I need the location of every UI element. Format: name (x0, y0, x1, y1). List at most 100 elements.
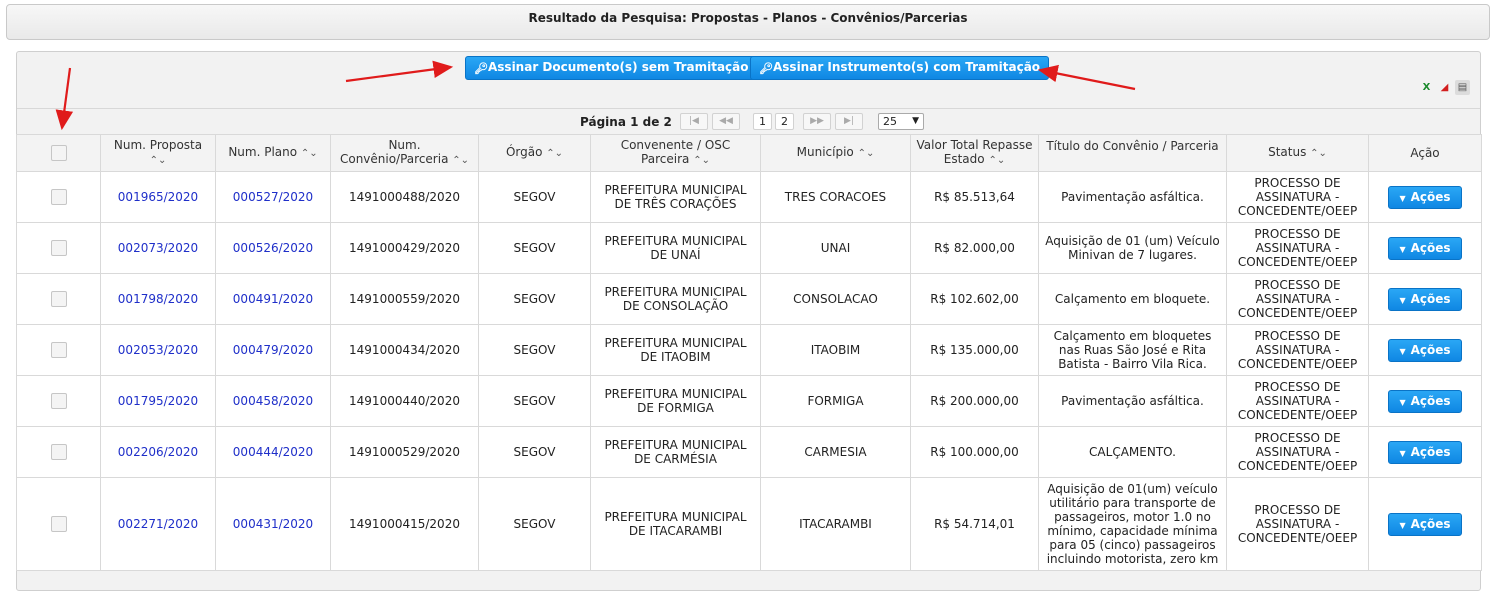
municipio-cell: UNAI (760, 222, 911, 274)
table-row: 001798/2020 000491/2020 1491000559/2020 SEG… (16, 273, 1482, 325)
col-status[interactable]: Status ⌃⌄ (1226, 134, 1369, 172)
action-cell: ▼ Ações (1368, 324, 1482, 376)
row-select-cell (16, 426, 101, 478)
actions-dropdown-button[interactable]: ▼ Ações (1388, 512, 1462, 536)
action-cell: ▼ Ações (1368, 426, 1482, 478)
sort-icon: ⌃⌄ (988, 155, 1006, 166)
caret-down-icon: ▼ (1399, 244, 1406, 254)
actions-dropdown-button[interactable]: ▼ Ações (1388, 389, 1462, 413)
valor-cell: R$ 100.000,00 (910, 426, 1039, 478)
actions-label: Ações (1410, 240, 1451, 255)
col-valor[interactable]: Valor Total Repasse Estado ⌃⌄ (910, 134, 1039, 172)
sign-without-tramitation-button[interactable]: 🔑︎ Assinar Documento(s) sem Tramitação (465, 56, 758, 80)
actions-dropdown-button[interactable]: ▼ Ações (1388, 236, 1462, 260)
status-cell: PROCESSO DE ASSINATURA - CONCEDENTE/OEEP (1226, 324, 1369, 376)
plano-link[interactable]: 000458/2020 (233, 394, 313, 408)
col-municipio[interactable]: Município ⌃⌄ (760, 134, 911, 172)
table-row: 002206/2020 000444/2020 1491000529/2020 SEG… (16, 426, 1482, 478)
col-plano[interactable]: Num. Plano ⌃⌄ (215, 134, 331, 172)
table-row: 001965/2020 000527/2020 1491000488/2020 SEG… (16, 171, 1482, 223)
proposta-link[interactable]: 002206/2020 (118, 445, 198, 459)
titulo-cell: Calçamento em bloquetes nas Ruas São Jos… (1038, 324, 1227, 376)
proposta-cell: 002073/2020 (100, 222, 216, 274)
row-checkbox[interactable] (50, 516, 67, 532)
actions-dropdown-button[interactable]: ▼ Ações (1388, 185, 1462, 209)
page-1-button[interactable]: 1 (753, 113, 772, 130)
actions-dropdown-button[interactable]: ▼ Ações (1388, 440, 1462, 464)
sort-icon: ⌃⌄ (1310, 148, 1327, 159)
excel-icon[interactable]: X (1419, 80, 1434, 95)
pagination-bar: Página 1 de 2 |◀ ◀◀ 1 2 ▶▶ ▶| 25 ▼ (17, 108, 1480, 135)
select-all-checkbox[interactable] (50, 145, 67, 161)
orgao-cell: SEGOV (478, 273, 591, 325)
last-page-button[interactable]: ▶| (835, 113, 863, 130)
print-icon[interactable]: ▤ (1455, 80, 1470, 95)
plano-cell: 000458/2020 (215, 375, 331, 427)
key-icon: 🔑︎ (759, 62, 773, 75)
titulo-cell: Aquisição de 01(um) veículo utilitário p… (1038, 477, 1227, 571)
plano-cell: 000479/2020 (215, 324, 331, 376)
sign-without-label: Assinar Documento(s) sem Tramitação (488, 60, 749, 74)
sign-with-tramitation-button[interactable]: 🔑︎ Assinar Instrumento(s) com Tramitação (750, 56, 1050, 80)
proposta-link[interactable]: 001965/2020 (118, 190, 198, 204)
export-toolbar: X ◢ ▤ (1419, 80, 1470, 95)
proposta-cell: 001965/2020 (100, 171, 216, 223)
proposta-link[interactable]: 002073/2020 (118, 241, 198, 255)
plano-link[interactable]: 000526/2020 (233, 241, 313, 255)
page-2-button[interactable]: 2 (775, 113, 794, 130)
proposta-cell: 002206/2020 (100, 426, 216, 478)
caret-down-icon: ▼ (1399, 397, 1406, 407)
proposta-link[interactable]: 002271/2020 (118, 517, 198, 531)
actions-label: Ações (1410, 516, 1451, 531)
plano-link[interactable]: 000431/2020 (233, 517, 313, 531)
col-orgao[interactable]: Órgão ⌃⌄ (478, 134, 591, 172)
row-checkbox[interactable] (50, 444, 67, 460)
convenente-cell: PREFEITURA MUNICIPAL DE ITAOBIM (590, 324, 761, 376)
convenio-cell: 1491000488/2020 (330, 171, 479, 223)
proposta-link[interactable]: 001798/2020 (118, 292, 198, 306)
proposta-link[interactable]: 001795/2020 (118, 394, 198, 408)
action-cell: ▼ Ações (1368, 375, 1482, 427)
row-select-cell (16, 222, 101, 274)
action-cell: ▼ Ações (1368, 171, 1482, 223)
col-proposta[interactable]: Num. Proposta ⌃⌄ (100, 134, 216, 172)
actions-label: Ações (1410, 291, 1451, 306)
col-convenio[interactable]: Num. Convênio/Parceria ⌃⌄ (330, 134, 479, 172)
valor-cell: R$ 200.000,00 (910, 375, 1039, 427)
row-checkbox[interactable] (50, 342, 67, 358)
first-page-button[interactable]: |◀ (680, 113, 708, 130)
sort-icon: ⌃⌄ (149, 155, 167, 166)
plano-cell: 000444/2020 (215, 426, 331, 478)
next-page-button[interactable]: ▶▶ (803, 113, 831, 130)
actions-dropdown-button[interactable]: ▼ Ações (1388, 338, 1462, 362)
plano-link[interactable]: 000491/2020 (233, 292, 313, 306)
sort-icon: ⌃⌄ (300, 148, 318, 159)
row-select-cell (16, 375, 101, 427)
valor-cell: R$ 82.000,00 (910, 222, 1039, 274)
table-row: 002053/2020 000479/2020 1491000434/2020 SEG… (16, 324, 1482, 376)
municipio-cell: ITAOBIM (760, 324, 911, 376)
titulo-cell: Pavimentação asfáltica. (1038, 171, 1227, 223)
sort-icon: ⌃⌄ (452, 155, 470, 166)
proposta-cell: 001798/2020 (100, 273, 216, 325)
row-checkbox[interactable] (50, 393, 67, 409)
pdf-icon[interactable]: ◢ (1437, 80, 1452, 95)
titulo-cell: Calçamento em bloquete. (1038, 273, 1227, 325)
plano-cell: 000527/2020 (215, 171, 331, 223)
prev-page-button[interactable]: ◀◀ (712, 113, 740, 130)
plano-link[interactable]: 000527/2020 (233, 190, 313, 204)
plano-link[interactable]: 000479/2020 (233, 343, 313, 357)
row-checkbox[interactable] (50, 240, 67, 256)
table-row: 001795/2020 000458/2020 1491000440/2020 SEG… (16, 375, 1482, 427)
col-convenente[interactable]: Convenente / OSC Parceira ⌃⌄ (590, 134, 761, 172)
actions-dropdown-button[interactable]: ▼ Ações (1388, 287, 1462, 311)
plano-link[interactable]: 000444/2020 (233, 445, 313, 459)
titulo-cell: Pavimentação asfáltica. (1038, 375, 1227, 427)
proposta-cell: 002053/2020 (100, 324, 216, 376)
proposta-link[interactable]: 002053/2020 (118, 343, 198, 357)
row-checkbox[interactable] (50, 291, 67, 307)
row-checkbox[interactable] (50, 189, 67, 205)
plano-cell: 000526/2020 (215, 222, 331, 274)
actions-label: Ações (1410, 342, 1451, 357)
page-size-select[interactable]: 25 ▼ (878, 113, 924, 130)
